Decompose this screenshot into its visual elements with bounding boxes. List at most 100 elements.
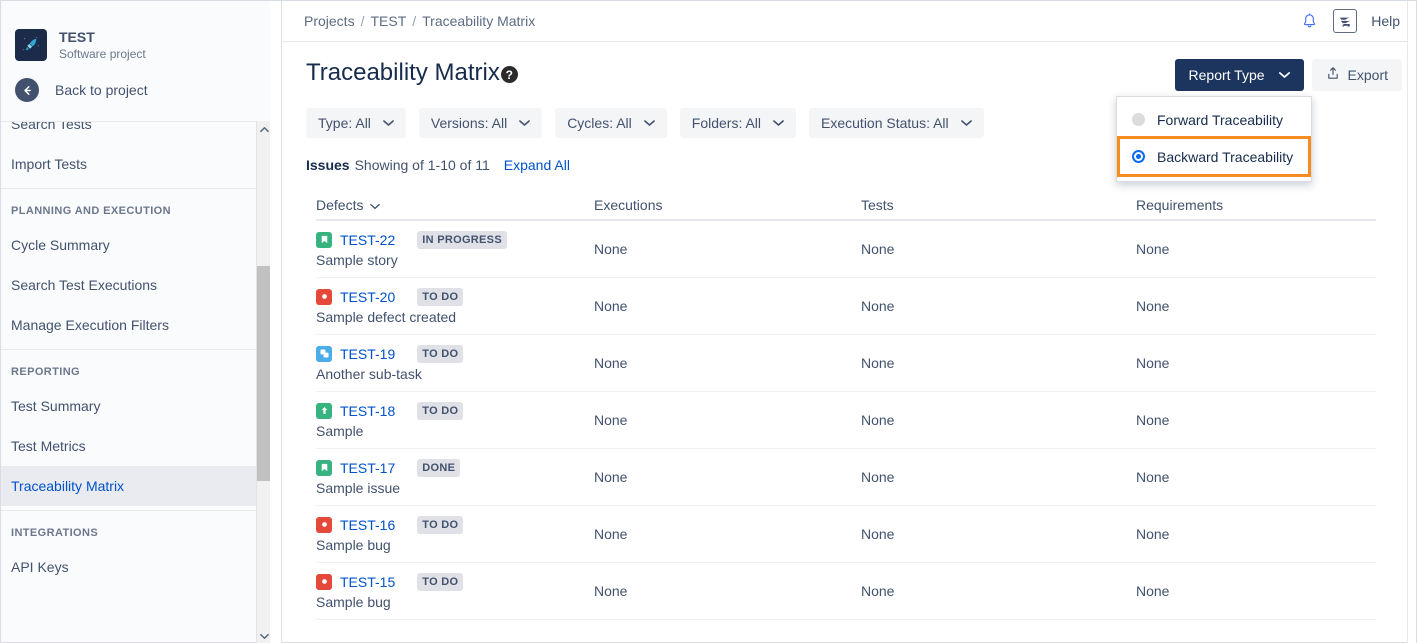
issue-key-line: TEST-19 TO DO: [316, 344, 594, 363]
filter-cycles[interactable]: Cycles: All: [555, 108, 667, 138]
top-bar: Projects / TEST / Traceability Matrix He…: [282, 1, 1416, 42]
issue-key-line: TEST-16 TO DO: [316, 515, 594, 534]
nav-group-heading: REPORTING: [11, 366, 80, 378]
filter-versions[interactable]: Versions: All: [418, 108, 543, 138]
tests-cell: None: [861, 241, 895, 257]
executions-cell: None: [594, 355, 628, 371]
executions-cell: None: [594, 526, 628, 542]
report-type-option-forward[interactable]: Forward Traceability: [1117, 103, 1311, 136]
sidebar-item-api-keys[interactable]: API Keys: [1, 547, 265, 587]
table-row: TEST-22 IN PROGRESS Sample story None None No…: [316, 221, 1376, 278]
table-row: TEST-18 TO DO Sample None None None: [316, 392, 1376, 449]
export-label: Export: [1347, 67, 1388, 83]
issues-showing: Showing of 1-10 of 11: [354, 157, 490, 173]
sidebar-item-traceability-matrix[interactable]: Traceability Matrix: [1, 466, 265, 506]
sidebar-item-test-metrics[interactable]: Test Metrics: [1, 426, 265, 466]
filter-execution-status[interactable]: Execution Status: All: [809, 108, 984, 138]
bell-icon[interactable]: [1300, 12, 1319, 31]
breadcrumb-project[interactable]: TEST: [370, 13, 406, 29]
question-mark-icon[interactable]: ?: [500, 66, 518, 83]
chevron-down-icon: [370, 197, 381, 213]
table-row: TEST-15 TO DO Sample bug None None None: [316, 563, 1376, 620]
report-type-button[interactable]: Report Type: [1174, 59, 1304, 91]
sidebar-item-label: Search Tests: [11, 121, 92, 132]
help-link[interactable]: Help: [1371, 13, 1400, 29]
filter-folders[interactable]: Folders: All: [679, 108, 797, 138]
issue-key-link[interactable]: TEST-18: [340, 403, 395, 419]
issue-key-link[interactable]: TEST-19: [340, 346, 395, 362]
export-button[interactable]: Export: [1311, 59, 1402, 91]
tests-cell: None: [861, 355, 895, 371]
sidebar-scrollbar[interactable]: [256, 121, 271, 643]
chevron-up-icon[interactable]: [257, 121, 271, 137]
table-row: TEST-19 TO DO Another sub-task None None None: [316, 335, 1376, 392]
filter-label: Type: All: [318, 115, 371, 131]
sidebar-nav-scroll-region: Search Tests Import Tests PLANNING AND EXE…: [1, 121, 265, 643]
requirements-cell: None: [1136, 241, 1170, 257]
zephyr-icon[interactable]: [1333, 9, 1358, 33]
chevron-down-icon[interactable]: [257, 628, 271, 643]
radio-unselected-icon: [1132, 113, 1145, 126]
page-title: Traceability Matrix: [306, 59, 500, 86]
project-subtitle: Software project: [59, 46, 146, 61]
sidebar-item-import-tests[interactable]: Import Tests: [1, 144, 265, 184]
report-type-label: Report Type: [1188, 67, 1265, 83]
defect-cell: TEST-17 DONE Sample issue: [316, 458, 594, 496]
status-badge: IN PROGRESS: [417, 230, 507, 249]
back-to-project-button[interactable]: Back to project: [1, 73, 281, 107]
back-to-project-label: Back to project: [55, 82, 148, 98]
top-bar-actions: Help: [1300, 9, 1400, 33]
traceability-table: Defects Executions Tests Requirements TE…: [316, 191, 1376, 620]
executions-cell: None: [594, 298, 628, 314]
sidebar-item-cycle-summary[interactable]: Cycle Summary: [1, 225, 265, 265]
chevron-down-icon: [1278, 71, 1290, 79]
issue-key-link[interactable]: TEST-16: [340, 517, 395, 533]
issue-key-link[interactable]: TEST-15: [340, 574, 395, 590]
executions-cell: None: [594, 412, 628, 428]
executions-cell: None: [594, 241, 628, 257]
sidebar-item-label: API Keys: [11, 559, 69, 575]
column-header-requirements: Requirements: [1136, 197, 1224, 213]
chevron-down-icon: [643, 119, 655, 127]
issue-summary: Another sub-task: [316, 365, 422, 382]
nav-divider: [1, 510, 265, 511]
sidebar-item-search-test-executions[interactable]: Search Test Executions: [1, 265, 265, 305]
sidebar-item-label: Manage Execution Filters: [11, 317, 169, 333]
status-badge: TO DO: [417, 515, 464, 534]
defect-cell: TEST-18 TO DO Sample: [316, 401, 594, 439]
nav-divider: [1, 349, 265, 350]
sidebar-scrollbar-thumb[interactable]: [257, 266, 271, 481]
issue-key-link[interactable]: TEST-17: [340, 460, 395, 476]
issue-key-link[interactable]: TEST-20: [340, 289, 395, 305]
sidebar-item-label: Test Summary: [11, 398, 101, 414]
issue-summary: Sample issue: [316, 479, 401, 496]
sidebar-item-test-summary[interactable]: Test Summary: [1, 386, 265, 426]
sidebar-item-manage-execution-filters[interactable]: Manage Execution Filters: [1, 305, 265, 345]
main-right-edge: [1407, 1, 1416, 643]
status-badge: TO DO: [417, 287, 464, 306]
column-header-executions: Executions: [594, 197, 663, 213]
chevron-down-icon: [773, 119, 784, 127]
project-header: TEST Software project: [1, 1, 281, 71]
status-badge: TO DO: [417, 401, 464, 420]
requirements-cell: None: [1136, 412, 1170, 428]
defect-cell: TEST-22 IN PROGRESS Sample story: [316, 230, 594, 268]
sort-defects-button[interactable]: Defects: [316, 197, 594, 213]
nav-divider: [1, 188, 265, 189]
main-content: Projects / TEST / Traceability Matrix He…: [282, 1, 1416, 643]
sidebar-item-label: Import Tests: [11, 156, 87, 172]
upload-icon: [1326, 66, 1340, 84]
filter-type[interactable]: Type: All: [306, 108, 406, 138]
tests-cell: None: [861, 298, 895, 314]
table-body: TEST-22 IN PROGRESS Sample story None None No…: [316, 221, 1376, 620]
issue-key-link[interactable]: TEST-22: [340, 232, 395, 248]
breadcrumb-projects[interactable]: Projects: [304, 13, 355, 29]
table-header-row: Defects Executions Tests Requirements: [316, 191, 1376, 221]
issue-summary: Sample story: [316, 251, 398, 268]
report-type-option-backward[interactable]: Backward Traceability: [1117, 136, 1311, 177]
sidebar-item-search-tests[interactable]: Search Tests: [1, 121, 265, 144]
nav-group-heading: INTEGRATIONS: [11, 527, 99, 539]
expand-all-link[interactable]: Expand All: [504, 157, 570, 173]
breadcrumb-current[interactable]: Traceability Matrix: [422, 13, 535, 29]
issue-summary: Sample bug: [316, 536, 391, 553]
